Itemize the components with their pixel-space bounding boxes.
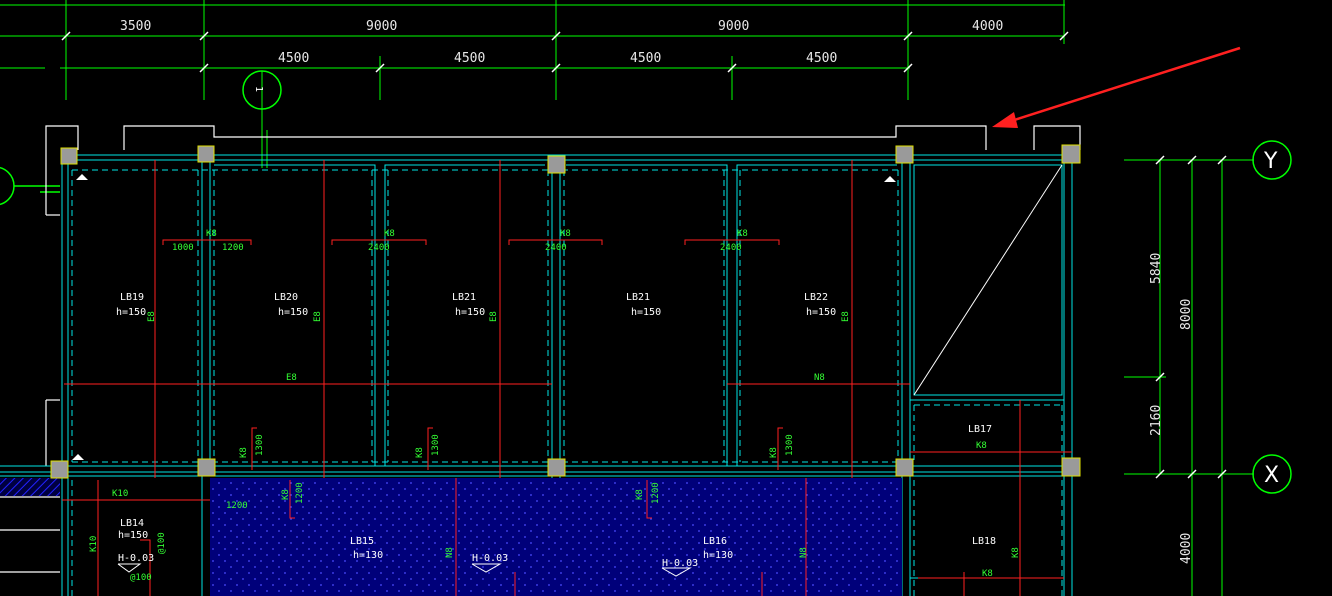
dim-4500-b: 4500 bbox=[454, 51, 485, 66]
slab-label-lb15: LB15 bbox=[350, 536, 374, 547]
rebar-e8-v3: E8 bbox=[489, 311, 499, 322]
rebar-k8-v6: K8 bbox=[1011, 547, 1021, 558]
rebar-1200-v4: 1200 bbox=[295, 482, 305, 504]
rebar-at100-h: @100 bbox=[130, 573, 152, 583]
rebar-k8-3: K8 bbox=[560, 229, 571, 239]
rebar-n8-v2: N8 bbox=[799, 547, 809, 558]
rebar-1300-v1: 1300 bbox=[255, 434, 265, 456]
elev-label-a: H-0.03 bbox=[118, 553, 154, 564]
rebar-e8-v4: E8 bbox=[841, 311, 851, 322]
rebar-k8-v4: K8 bbox=[281, 489, 291, 500]
rebar-k8-4: K8 bbox=[737, 229, 748, 239]
right-dimension-group bbox=[1124, 159, 1254, 596]
dim-3500: 3500 bbox=[120, 19, 151, 34]
slab-label-lb21-a: LB21 bbox=[452, 292, 476, 303]
axis-label-y: Y bbox=[1263, 149, 1278, 174]
top-dimension-group bbox=[0, 0, 1065, 100]
slab-label-lb16: LB16 bbox=[703, 536, 727, 547]
rebar-e8-v1: E8 bbox=[147, 311, 157, 322]
dim-4000: 4000 bbox=[972, 19, 1003, 34]
rebar-1000: 1000 bbox=[172, 243, 194, 253]
slab-label-lb14: LB14 bbox=[120, 518, 144, 529]
rebar-k8-2: K8 bbox=[384, 229, 395, 239]
elev-label-c: H-0.03 bbox=[662, 558, 698, 569]
axis-bubble-x[interactable]: X bbox=[1252, 454, 1292, 494]
rebar-k8-lb17: K8 bbox=[976, 441, 987, 451]
rebar-k8-v3: K8 bbox=[769, 447, 779, 458]
dim-4500-c: 4500 bbox=[630, 51, 661, 66]
rebar-k8-v5: K8 bbox=[635, 489, 645, 500]
rebar-at100-v: @100 bbox=[157, 532, 167, 554]
rebar-k10-h: K10 bbox=[112, 489, 128, 499]
rebar-1200: 1200 bbox=[222, 243, 244, 253]
section-marker[interactable]: 1 bbox=[242, 70, 282, 168]
hatched-slab-left bbox=[0, 478, 60, 496]
dim-4000-v: 4000 bbox=[1179, 533, 1194, 564]
hatched-slab-main bbox=[210, 478, 902, 596]
section-marker-label: 1 bbox=[253, 86, 264, 92]
slab-h-lb20: h=150 bbox=[278, 307, 308, 318]
dim-9000-b: 9000 bbox=[718, 19, 749, 34]
rebar-k8-v1: K8 bbox=[239, 447, 249, 458]
rebar-e8-h: E8 bbox=[286, 373, 297, 383]
rebar-2400-c: 2400 bbox=[720, 243, 742, 253]
rebar-e8-v2: E8 bbox=[313, 311, 323, 322]
left-axis-bubble bbox=[0, 166, 60, 206]
rebar-1200-v5: 1200 bbox=[651, 482, 661, 504]
slab-h-lb15: h=130 bbox=[353, 550, 383, 561]
rebar-1300-v3: 1300 bbox=[785, 434, 795, 456]
slab-label-lb20: LB20 bbox=[274, 292, 298, 303]
rebar-k8-1: K8 bbox=[206, 229, 217, 239]
rebar-k8-v2: K8 bbox=[415, 447, 425, 458]
elev-label-b: H-0.03 bbox=[472, 553, 508, 564]
dim-9000-a: 9000 bbox=[366, 19, 397, 34]
dim-4500-d: 4500 bbox=[806, 51, 837, 66]
slab-h-lb21-b: h=150 bbox=[631, 307, 661, 318]
rebar-n8-v1: N8 bbox=[445, 547, 455, 558]
slab-h-lb19: h=150 bbox=[116, 307, 146, 318]
rebar-n8-h: N8 bbox=[814, 373, 825, 383]
slab-h-lb21-a: h=150 bbox=[455, 307, 485, 318]
rebar-1300-v2: 1300 bbox=[431, 434, 441, 456]
dim-2160: 2160 bbox=[1149, 405, 1164, 436]
slab-h-lb22: h=150 bbox=[806, 307, 836, 318]
slab-label-lb19: LB19 bbox=[120, 292, 144, 303]
slab-label-lb17: LB17 bbox=[968, 424, 992, 435]
cad-drawing-canvas[interactable]: 3500 9000 9000 4000 4500 4500 4500 4500 … bbox=[0, 0, 1332, 596]
red-arrow-annotation bbox=[992, 46, 1241, 128]
columns bbox=[50, 144, 1081, 479]
slab-label-lb18: LB18 bbox=[972, 536, 996, 547]
dim-8000: 8000 bbox=[1179, 299, 1194, 330]
rebar-2400-a: 2400 bbox=[368, 243, 390, 253]
slab-h-lb14: h=150 bbox=[118, 530, 148, 541]
slab-label-lb22: LB22 bbox=[804, 292, 828, 303]
dim-5840: 5840 bbox=[1149, 253, 1164, 284]
top-dimension-ticks bbox=[61, 31, 1069, 73]
axis-bubble-y[interactable]: Y bbox=[1252, 140, 1292, 180]
dim-4500-a: 4500 bbox=[278, 51, 309, 66]
rebar-k10-v: K10 bbox=[89, 536, 99, 552]
axis-label-x: X bbox=[1264, 463, 1279, 488]
rebar-k8-lb18: K8 bbox=[982, 569, 993, 579]
rebar-2400-b: 2400 bbox=[545, 243, 567, 253]
rebar-1200-h: 1200 bbox=[226, 501, 248, 511]
slab-label-lb21-b: LB21 bbox=[626, 292, 650, 303]
slab-h-lb16: h=130 bbox=[703, 550, 733, 561]
stair-diagonal bbox=[913, 164, 1063, 396]
